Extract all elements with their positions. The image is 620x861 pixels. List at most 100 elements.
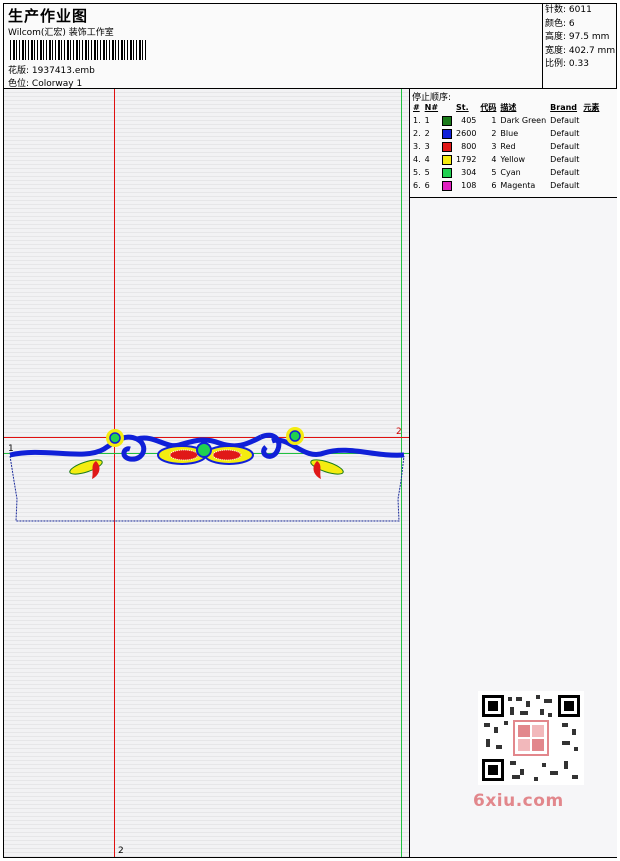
design-area: 2 2 1 bbox=[4, 89, 409, 857]
watermark-text: 6xiu.com bbox=[473, 791, 564, 811]
colorway-value: Colorway 1 bbox=[31, 79, 83, 89]
row-index: 2. bbox=[413, 129, 421, 138]
row-stitches: 2600 bbox=[456, 129, 477, 138]
row-element bbox=[581, 179, 601, 192]
color-swatch bbox=[442, 154, 453, 165]
outline-stitch-path bbox=[9, 455, 405, 522]
row-needle: 5 bbox=[424, 168, 430, 177]
table-row: 2. 2 2600 2 Blue Default bbox=[411, 127, 601, 140]
col-stitches: St. bbox=[456, 103, 469, 112]
row-swatch bbox=[440, 153, 454, 166]
row-index: 1. bbox=[413, 116, 421, 125]
row-swatch bbox=[440, 114, 454, 127]
color-swatch bbox=[442, 180, 453, 191]
row-needle: 2 bbox=[424, 129, 430, 138]
stats-box: 针数: 6011 颜色: 6 高度: 97.5 mm 宽度: 402.7 mm … bbox=[542, 4, 617, 88]
row-description: Magenta bbox=[500, 181, 536, 190]
embroidery-design bbox=[9, 427, 405, 522]
barcode bbox=[10, 40, 146, 60]
color-swatch bbox=[442, 128, 453, 139]
col-swatch bbox=[440, 101, 454, 114]
stat-width: 宽度: 402.7 mm bbox=[545, 45, 616, 56]
col-needle: N# bbox=[424, 103, 439, 112]
row-code: 6 bbox=[491, 181, 497, 190]
center-red-fill-right bbox=[212, 449, 242, 461]
table-row: 4. 4 1792 4 Yellow Default bbox=[411, 153, 601, 166]
row-description: Red bbox=[500, 142, 516, 151]
qr-code bbox=[478, 691, 584, 785]
company-name: Wilcom(汇宏) 装饰工作室 bbox=[8, 28, 114, 38]
color-swatch bbox=[442, 167, 453, 178]
colorway-label: 色位: bbox=[8, 79, 30, 89]
row-element bbox=[581, 153, 601, 166]
color-sequence-table: # N# St. 代码 描述 Brand 元素 1. 1 405 1 Dark Gree… bbox=[411, 101, 601, 192]
design-file-value: 1937413.emb bbox=[31, 66, 95, 76]
row-index: 3. bbox=[413, 142, 421, 151]
center-flower bbox=[196, 442, 212, 458]
flower-left-center bbox=[109, 432, 121, 444]
row-stitches: 304 bbox=[461, 168, 477, 177]
table-row: 5. 5 304 5 Cyan Default bbox=[411, 166, 601, 179]
row-brand: Default bbox=[550, 155, 580, 164]
row-brand: Default bbox=[550, 142, 580, 151]
design-file-label: 花版: bbox=[8, 66, 30, 76]
row-code: 2 bbox=[491, 129, 497, 138]
row-element bbox=[581, 114, 601, 127]
row-description: Blue bbox=[500, 129, 519, 138]
colorway-row: 色位: Colorway 1 bbox=[8, 76, 82, 89]
col-element: 元素 bbox=[583, 103, 600, 112]
row-code: 4 bbox=[491, 155, 497, 164]
stat-scale: 比例: 0.33 bbox=[545, 59, 589, 69]
row-swatch bbox=[440, 166, 454, 179]
row-brand: Default bbox=[550, 181, 580, 190]
center-red-fill-left bbox=[169, 449, 199, 461]
row-swatch bbox=[440, 127, 454, 140]
col-code: 代码 bbox=[480, 103, 497, 112]
row-stitches: 405 bbox=[461, 116, 477, 125]
table-row: 1. 1 405 1 Dark Green Default bbox=[411, 114, 601, 127]
row-element bbox=[581, 127, 601, 140]
row-index: 6. bbox=[413, 181, 421, 190]
row-needle: 4 bbox=[424, 155, 430, 164]
row-brand: Default bbox=[550, 116, 580, 125]
row-description: Yellow bbox=[500, 155, 526, 164]
row-brand: Default bbox=[550, 168, 580, 177]
row-needle: 3 bbox=[424, 142, 430, 151]
design-file-row: 花版: 1937413.emb bbox=[8, 63, 95, 76]
row-needle: 1 bbox=[424, 116, 430, 125]
row-code: 1 bbox=[491, 116, 497, 125]
color-swatch bbox=[442, 141, 453, 152]
col-brand: Brand bbox=[550, 103, 578, 112]
row-code: 3 bbox=[491, 142, 497, 151]
row-needle: 6 bbox=[424, 181, 430, 190]
row-description: Dark Green bbox=[500, 116, 547, 125]
row-stitches: 800 bbox=[461, 142, 477, 151]
production-sheet: 生产作业图 Wilcom(汇宏) 装饰工作室 花版: 1937413.emb 色… bbox=[3, 3, 617, 858]
flower-right-center bbox=[289, 430, 301, 442]
col-index: # bbox=[413, 103, 420, 112]
stat-colors: 颜色: 6 bbox=[545, 18, 575, 29]
row-stitches: 108 bbox=[461, 181, 477, 190]
sheet-header: 生产作业图 Wilcom(汇宏) 装饰工作室 花版: 1937413.emb 色… bbox=[4, 4, 616, 89]
info-panel: 停止顺序: # N# St. 代码 描述 Brand 元素 1. 1 405 1 Dar… bbox=[409, 89, 617, 857]
row-element bbox=[581, 140, 601, 153]
row-code: 5 bbox=[491, 168, 497, 177]
sheet-title: 生产作业图 bbox=[8, 7, 89, 25]
color-swatch bbox=[442, 115, 453, 126]
row-brand: Default bbox=[550, 129, 580, 138]
row-swatch bbox=[440, 140, 454, 153]
color-sequence-box: 停止顺序: # N# St. 代码 描述 Brand 元素 1. 1 405 1 Dar… bbox=[410, 89, 617, 198]
row-stitches: 1792 bbox=[456, 155, 477, 164]
row-index: 5. bbox=[413, 168, 421, 177]
stat-stitches: 针数: 6011 bbox=[545, 5, 592, 15]
row-description: Cyan bbox=[500, 168, 521, 177]
row-swatch bbox=[440, 179, 454, 192]
table-row: 6. 6 108 6 Magenta Default bbox=[411, 179, 601, 192]
blue-scroll-left bbox=[9, 434, 147, 462]
table-header-row: # N# St. 代码 描述 Brand 元素 bbox=[411, 101, 601, 114]
row-index: 4. bbox=[413, 155, 421, 164]
blue-scroll-right bbox=[259, 432, 405, 459]
row-element bbox=[581, 166, 601, 179]
table-row: 3. 3 800 3 Red Default bbox=[411, 140, 601, 153]
qr-code-graphic bbox=[482, 695, 580, 781]
